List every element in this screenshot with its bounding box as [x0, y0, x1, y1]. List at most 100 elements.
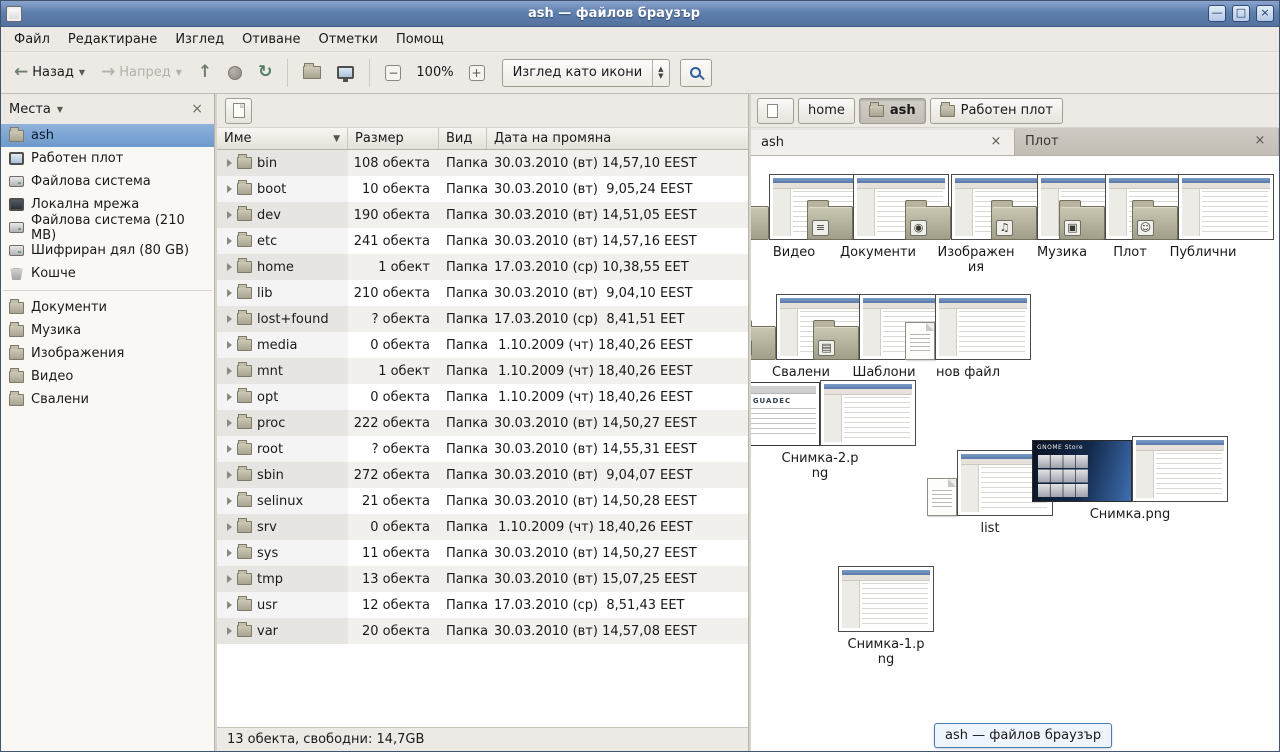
file-row[interactable]: opt 0 обекта Папка 1.10.2009 (чт) 18,40,… [217, 384, 748, 410]
path-button[interactable]: Работен плот [930, 98, 1063, 124]
folder-icon [237, 261, 252, 273]
sidebar-item[interactable]: Кошче [1, 262, 214, 285]
zoom-in-icon: + [469, 65, 485, 81]
expander-icon[interactable] [227, 445, 232, 453]
close-button[interactable]: × [1256, 5, 1274, 22]
column-header-date[interactable]: Дата на промяна [487, 128, 748, 149]
file-row[interactable]: mnt 1 обект Папка 1.10.2009 (чт) 18,40,2… [217, 358, 748, 384]
icon-view-item[interactable]: Публични [1132, 174, 1274, 260]
sidebar-close-button[interactable]: × [188, 102, 206, 116]
chevron-down-icon[interactable]: ▼ [176, 68, 182, 77]
path-button[interactable]: ash [859, 98, 926, 124]
file-row[interactable]: lost+found ? обекта Папка 17.03.2010 (ср… [217, 306, 748, 332]
file-list: bin 108 обекта Папка 30.03.2010 (вт) 14,… [217, 150, 748, 644]
icon-view-item[interactable]: GNOME Store GNOME Store [1032, 436, 1228, 522]
file-row[interactable]: home 1 обект Папка 17.03.2010 (ср) 10,38… [217, 254, 748, 280]
chevron-down-icon[interactable]: ▼ [79, 68, 85, 77]
file-row[interactable]: media 0 обекта Папка 1.10.2009 (чт) 18,4… [217, 332, 748, 358]
zoom-out-button[interactable]: − [378, 59, 408, 87]
expander-icon[interactable] [227, 627, 232, 635]
icon-view-item[interactable]: GUADEC GUADEC [751, 380, 916, 481]
computer-button[interactable] [330, 60, 361, 85]
menu-item[interactable]: Изглед [166, 29, 233, 50]
icon-view-item[interactable]: Снимка-1.png [838, 566, 934, 667]
expander-icon[interactable] [227, 549, 232, 557]
sidebar-item[interactable]: Файлова система (210 MB) [1, 216, 214, 239]
expander-icon[interactable] [227, 185, 232, 193]
back-button[interactable]: ← Назад ▼ [7, 58, 92, 87]
expander-icon[interactable] [227, 497, 232, 505]
sidebar-item[interactable]: Свалени [1, 388, 214, 411]
column-header-type[interactable]: Вид [439, 128, 487, 149]
zoom-in-button[interactable]: + [462, 59, 492, 87]
file-row[interactable]: dev 190 обекта Папка 30.03.2010 (вт) 14,… [217, 202, 748, 228]
sidebar-item[interactable]: Шифриран дял (80 GB) [1, 239, 214, 262]
sidebar-item[interactable]: Музика [1, 319, 214, 342]
titlebar[interactable]: ash — файлов браузър — □ × [1, 1, 1279, 27]
expander-icon[interactable] [227, 393, 232, 401]
combo-spinner-icon[interactable]: ▲▼ [652, 60, 668, 86]
sidebar-item[interactable]: Изображения [1, 342, 214, 365]
expander-icon[interactable] [227, 263, 232, 271]
tab-close-button[interactable]: × [1252, 134, 1268, 150]
path-button[interactable]: home [798, 98, 855, 124]
expander-icon[interactable] [227, 601, 232, 609]
column-header-size[interactable]: Размер [348, 128, 439, 149]
column-header-name[interactable]: Име ▼ [217, 128, 348, 149]
icon-view-item[interactable]: нов файл [905, 294, 1031, 380]
menu-item[interactable]: Отметки [309, 29, 386, 50]
sidebar-item[interactable]: Видео [1, 365, 214, 388]
menu-item[interactable]: Отиване [233, 29, 309, 50]
file-row[interactable]: sbin 272 обекта Папка 30.03.2010 (вт) 9,… [217, 462, 748, 488]
file-row[interactable]: sys 11 обекта Папка 30.03.2010 (вт) 14,5… [217, 540, 748, 566]
icon-view[interactable]: Видео [751, 156, 1279, 751]
expander-icon[interactable] [227, 237, 232, 245]
tab[interactable]: Плот × [1015, 128, 1279, 155]
up-button[interactable]: ↑ [191, 58, 219, 87]
pane-location-button[interactable] [225, 98, 252, 124]
maximize-button[interactable]: □ [1232, 5, 1250, 22]
path-button[interactable] [757, 98, 794, 124]
sidebar-item[interactable]: Файлова система [1, 170, 214, 193]
expander-icon[interactable] [227, 367, 232, 375]
expander-icon[interactable] [227, 575, 232, 583]
sidebar-item[interactable]: Работен плот [1, 147, 214, 170]
stop-button[interactable] [221, 60, 249, 86]
sidebar-item[interactable]: Документи [1, 296, 214, 319]
expander-icon[interactable] [227, 471, 232, 479]
expander-icon[interactable] [227, 315, 232, 323]
expander-icon[interactable] [227, 159, 232, 167]
file-row[interactable]: srv 0 обекта Папка 1.10.2009 (чт) 18,40,… [217, 514, 748, 540]
tab[interactable]: ash × [751, 128, 1015, 155]
back-label: Назад [32, 65, 74, 80]
sidebar-item-label: Документи [31, 300, 107, 315]
file-row[interactable]: bin 108 обекта Папка 30.03.2010 (вт) 14,… [217, 150, 748, 176]
file-row[interactable]: usr 12 обекта Папка 17.03.2010 (ср) 8,51… [217, 592, 748, 618]
expander-icon[interactable] [227, 419, 232, 427]
minimize-button[interactable]: — [1208, 5, 1226, 22]
file-row[interactable]: boot 10 обекта Папка 30.03.2010 (вт) 9,0… [217, 176, 748, 202]
menu-item[interactable]: Файл [5, 29, 59, 50]
file-row[interactable]: tmp 13 обекта Папка 30.03.2010 (вт) 15,0… [217, 566, 748, 592]
file-row[interactable]: lib 210 обекта Папка 30.03.2010 (вт) 9,0… [217, 280, 748, 306]
expander-icon[interactable] [227, 211, 232, 219]
expander-icon[interactable] [227, 341, 232, 349]
menu-item[interactable]: Редактиране [59, 29, 166, 50]
file-row[interactable]: selinux 21 обекта Папка 30.03.2010 (вт) … [217, 488, 748, 514]
expander-icon[interactable] [227, 289, 232, 297]
file-row[interactable]: proc 222 обекта Папка 30.03.2010 (вт) 14… [217, 410, 748, 436]
expander-icon[interactable] [227, 523, 232, 531]
sidebar-mode-chevron-icon[interactable]: ▼ [57, 105, 63, 114]
menu-item[interactable]: Помощ [387, 29, 453, 50]
file-row[interactable]: var 20 обекта Папка 30.03.2010 (вт) 14,5… [217, 618, 748, 644]
sidebar-title[interactable]: Места [9, 102, 51, 117]
view-mode-combo[interactable]: Изглед като икони ▲▼ [502, 59, 670, 87]
file-row[interactable]: etc 241 обекта Папка 30.03.2010 (вт) 14,… [217, 228, 748, 254]
sidebar-item[interactable]: ash [1, 124, 214, 147]
home-button[interactable] [296, 60, 328, 85]
tab-close-button[interactable]: × [988, 135, 1004, 151]
forward-button[interactable]: → Напред ▼ [94, 58, 189, 87]
search-button[interactable] [680, 59, 712, 87]
reload-button[interactable]: ↻ [251, 58, 279, 87]
file-row[interactable]: root ? обекта Папка 30.03.2010 (вт) 14,5… [217, 436, 748, 462]
